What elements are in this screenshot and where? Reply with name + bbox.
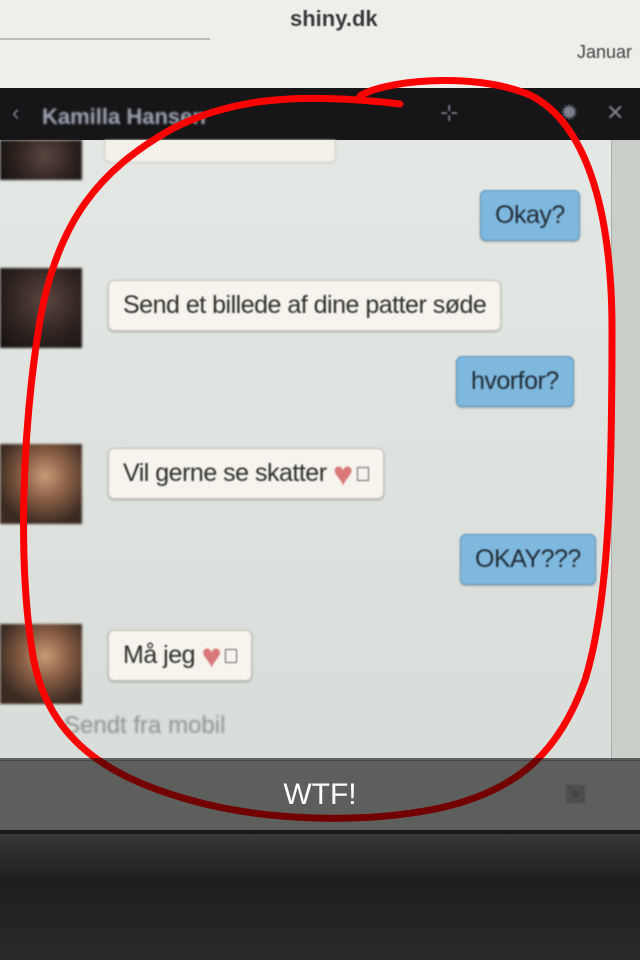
close-icon[interactable]: ✕ xyxy=(606,100,624,126)
message-text: Vil gerne se skatter xyxy=(123,459,327,487)
message-out: OKAY??? xyxy=(460,534,596,585)
heart-icon: ♥ xyxy=(333,455,353,494)
message-text: Må jeg xyxy=(123,641,196,669)
site-url[interactable]: shiny.dk xyxy=(290,6,378,32)
placeholder-glyph xyxy=(225,649,238,664)
gear-icon[interactable]: ✹ xyxy=(560,100,578,126)
placeholder-glyph xyxy=(356,467,369,482)
message-in: Må jeg ♥ xyxy=(108,630,253,681)
monitor-bezel xyxy=(0,830,640,960)
scrollbar[interactable] xyxy=(611,140,640,760)
message-in: Send et billede af dine patter søde xyxy=(108,280,502,331)
sent-from-mobile-note: Sendt fra mobil xyxy=(64,712,226,739)
divider xyxy=(0,38,210,40)
snap-caption: WTF! xyxy=(283,778,357,811)
month-label: Januar xyxy=(576,42,632,62)
add-friend-icon[interactable]: ⊹ xyxy=(440,100,458,126)
back-icon[interactable]: ‹ xyxy=(12,100,19,126)
browser-topbar: shiny.dk Januar xyxy=(0,0,640,88)
avatar xyxy=(0,444,82,524)
avatar xyxy=(0,624,82,704)
avatar xyxy=(0,268,82,348)
avatar xyxy=(0,140,82,180)
heart-icon: ♥ xyxy=(201,637,222,676)
message-in: Vil gerne se skatter ♥ xyxy=(108,448,384,499)
message-bubble-partial xyxy=(104,140,336,163)
chat-contact-name[interactable]: Kamilla Hansen xyxy=(42,104,206,130)
message-out: hvorfor? xyxy=(456,356,574,407)
message-out: Okay? xyxy=(480,190,580,241)
monitor-screen: shiny.dk Januar Kamilla Hansen ‹ ⊹ ✹ ✕ O… xyxy=(0,0,640,830)
